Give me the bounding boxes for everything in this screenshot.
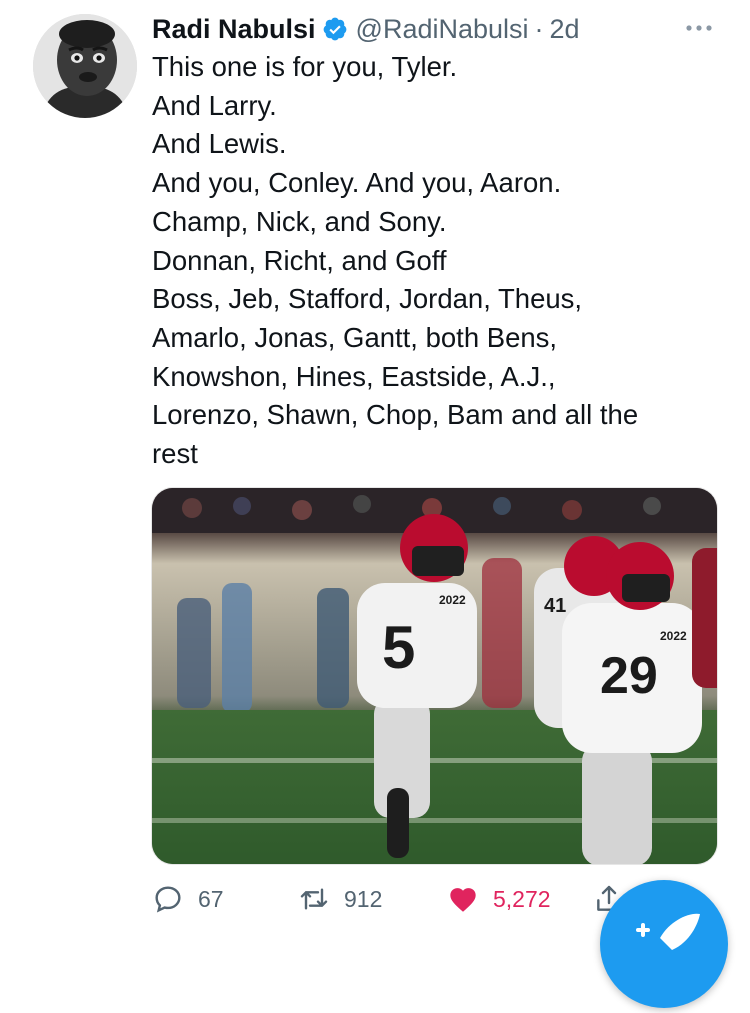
like-button[interactable]: 5,272 — [447, 880, 551, 918]
author-handle[interactable]: @RadiNabulsi — [356, 14, 529, 45]
heart-icon — [450, 888, 476, 912]
jersey-number: 5 — [382, 614, 415, 681]
tweet-text-line: And Lewis. — [152, 128, 287, 160]
jersey-patch: 2022 — [439, 593, 466, 607]
tweet-text-line: Amarlo, Jonas, Gantt, both Bens, — [152, 321, 558, 353]
tweet-text-line: This one is for you, Tyler. — [152, 51, 458, 82]
tweet-text-line: And you, Conley. And you, Aaron. — [152, 167, 562, 199]
jersey-patch: 2022 — [660, 629, 687, 643]
header-separator: · — [534, 13, 544, 44]
verified-badge-icon — [323, 17, 346, 41]
tweet-text: This one is for you, Tyler. And Larry. A… — [152, 48, 722, 474]
tweet-media-photo[interactable]: 5 2022 41 29 2022 — [151, 487, 718, 865]
retweet-icon — [300, 888, 328, 910]
reply-count: 67 — [198, 885, 224, 912]
tweet-text-line: Champ, Nick, and Sony. — [152, 205, 447, 237]
author-name[interactable]: Radi Nabulsi — [152, 14, 316, 45]
tweet-text-line: rest — [152, 438, 198, 470]
tweet-text-line: Lorenzo, Shawn, Chop, Bam and all the — [152, 399, 639, 431]
jersey-number: 29 — [600, 647, 658, 705]
avatar-image — [33, 14, 137, 118]
like-count: 5,272 — [493, 885, 551, 912]
football-photo: 5 2022 41 29 2022 — [152, 488, 717, 864]
compose-button[interactable] — [600, 880, 728, 1008]
tweet-text-line: And Larry. — [152, 89, 277, 121]
retweet-button[interactable]: 912 — [298, 880, 382, 918]
tweet-text-line: Knowshon, Hines, Eastside, A.J., — [152, 360, 556, 392]
jersey-number: 41 — [544, 595, 566, 617]
avatar[interactable] — [33, 14, 137, 118]
compose-icon — [636, 913, 700, 950]
reply-icon — [155, 886, 181, 913]
more-options-icon[interactable] — [683, 18, 715, 38]
reply-button[interactable]: 67 — [152, 880, 224, 918]
tweet-timestamp[interactable]: 2d — [550, 14, 580, 45]
tweet-text-line: Boss, Jeb, Stafford, Jordan, Theus, — [152, 283, 583, 315]
tweet-header: Radi Nabulsi @RadiNabulsi · 2d — [152, 12, 580, 46]
retweet-count: 912 — [344, 885, 383, 912]
tweet-text-line: Donnan, Richt, and Goff — [152, 244, 447, 276]
